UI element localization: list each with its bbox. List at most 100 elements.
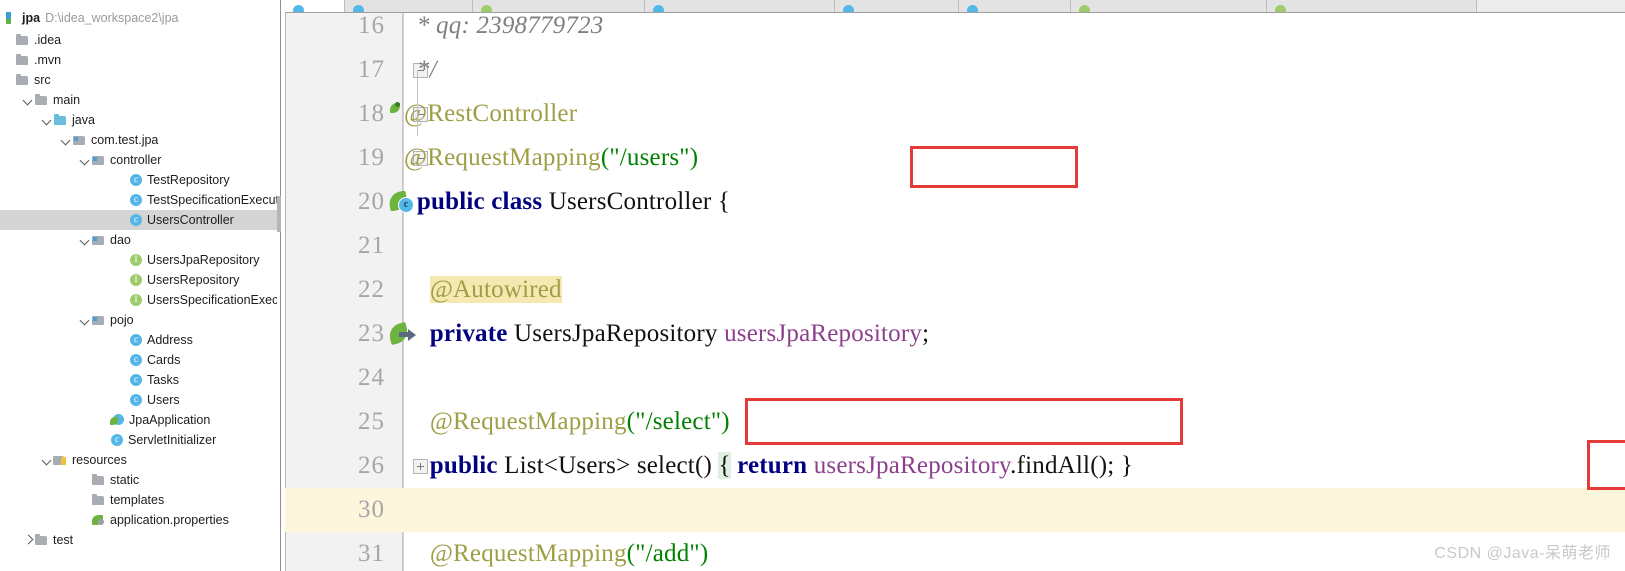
chevron-down-icon[interactable] [22,94,34,106]
line-number: 25 [358,408,385,435]
code-line-22[interactable]: 22 @Autowired [285,268,1625,312]
tree-item-controller[interactable]: controller [0,150,277,170]
tree-item-userscontroller[interactable]: UsersController [0,210,277,230]
code-token: List<Users> select() [504,452,719,479]
project-tool-window[interactable]: jpa D:\idea_workspace2\jpa .idea .mvn src m… [0,0,277,571]
tree-item-label: UsersRepository [147,273,240,287]
tree-item-resources[interactable]: resources [0,450,277,470]
tree-item-users[interactable]: Users [0,390,277,410]
tree-item-main[interactable]: main [0,90,277,110]
tree-item-com-test-jpa[interactable]: com.test.jpa [0,130,277,150]
code-line-31[interactable]: 31 @RequestMapping("/add") [285,532,1625,571]
tree-item-test[interactable]: test [0,530,277,550]
tree-item-tasks[interactable]: Tasks [0,370,277,390]
tree-item-application-properties[interactable]: application.properties [0,510,277,530]
tree-item-usersspecificationexecutor[interactable]: UsersSpecificationExecutor [0,290,277,310]
code-line-text[interactable]: */ [404,48,437,92]
chevron-down-icon[interactable] [41,454,53,466]
code-line-text[interactable]: public class UsersController { [404,180,730,224]
tree-item-usersjparepository[interactable]: UsersJpaRepository [0,250,277,270]
tree-item-java[interactable]: java [0,110,277,130]
code-token: ) [721,408,730,435]
tree-item-label: pojo [110,313,134,327]
tree-item-usersrepository[interactable]: UsersRepository [0,270,277,290]
java-class-icon [129,213,143,227]
project-root-row[interactable]: jpa D:\idea_workspace2\jpa [0,8,277,28]
code-line-21[interactable]: 21 [285,224,1625,268]
tree-item-servletinitializer[interactable]: ServletInitializer [0,430,277,450]
tree-item-pojo[interactable]: pojo [0,310,277,330]
code-token: ) [689,144,699,171]
code-line-26[interactable]: 26 public List<Users> select() { return … [285,444,1625,488]
tree-arrow-placeholder [3,74,15,86]
java-class-icon [129,193,143,207]
tree-item--mvn[interactable]: .mvn [0,50,277,70]
chevron-down-icon[interactable] [60,134,72,146]
line-number: 16 [358,12,385,39]
chevron-down-icon[interactable] [41,114,53,126]
code-line-30[interactable]: 30 [285,488,1625,532]
code-line-25[interactable]: 25 @RequestMapping("/select") [285,400,1625,444]
code-line-18[interactable]: 18 @RestController [285,92,1625,136]
tree-item-label: com.test.jpa [91,133,159,147]
code-line-text[interactable]: * qq: 2398779723 [404,4,603,48]
code-line-24[interactable]: 24 [285,356,1625,400]
code-token: * qq: 2398779723 [404,12,604,39]
tree-item-testrepository[interactable]: TestRepository [0,170,277,190]
code-token: public class [404,188,549,215]
code-line-16[interactable]: 16 * qq: 2398779723 [285,4,1625,48]
code-line-text[interactable]: @Autowired [404,268,562,312]
tree-item-label: UsersController [147,213,234,227]
properties-file-icon [91,513,106,527]
tree-item-templates[interactable]: templates [0,490,277,510]
code-line-text[interactable]: @RestController [404,92,577,136]
package-icon [91,233,106,247]
code-line-text[interactable]: private UsersJpaRepository usersJpaRepos… [404,312,929,356]
code-token: "/select" [635,408,722,435]
code-line-text[interactable]: public List<Users> select() { return use… [404,444,1133,488]
line-number: 24 [358,364,385,391]
folder-icon [15,33,30,47]
code-line-17[interactable]: 17 */ [285,48,1625,92]
tree-item-label: controller [110,153,162,167]
java-class-icon [129,393,143,407]
code-line-text[interactable]: @RequestMapping("/add") [404,532,708,571]
tree-item-jpaapplication[interactable]: JpaApplication [0,410,277,430]
line-number: 17 [358,56,385,83]
code-token: public [404,452,505,479]
chevron-down-icon[interactable] [79,314,91,326]
splitter-line [280,0,281,571]
sidebar-scrollbar-thumb[interactable] [277,196,281,232]
folder-icon [91,473,106,487]
code-token: private [404,320,515,347]
code-line-19[interactable]: 19 @RequestMapping("/users") [285,136,1625,180]
tree-item-dao[interactable]: dao [0,230,277,250]
code-token: @RestController [404,100,578,127]
tree-arrow-placeholder [3,34,15,46]
code-editor[interactable]: 16 * qq: 2398779723 17 */18 @RestControlle… [285,0,1625,571]
code-token: } [1114,452,1134,479]
code-line-20[interactable]: 20 c public class UsersController { [285,180,1625,224]
tree-item--idea[interactable]: .idea [0,30,277,50]
tree-item-label: templates [110,493,165,507]
tree-item-cards[interactable]: Cards [0,350,277,370]
code-token: ( [626,408,636,435]
tree-item-testspecificationexecutor[interactable]: TestSpecificationExecutor [0,190,277,210]
chevron-down-icon[interactable] [79,234,91,246]
project-tree[interactable]: .idea .mvn src main java com.test.jpa controll… [0,30,277,550]
code-line-23[interactable]: 23 private UsersJpaRepository usersJpaRe… [285,312,1625,356]
chevron-right-icon[interactable] [22,534,34,546]
java-class-icon [129,173,143,187]
tree-item-src[interactable]: src [0,70,277,90]
code-token: usersJpaRepository [724,320,923,347]
code-line-text[interactable]: @RequestMapping("/users") [404,136,698,180]
code-line-text[interactable]: @RequestMapping("/select") [404,400,730,444]
code-lines-layer[interactable]: 16 * qq: 2398779723 17 */ 18 @RestControlle… [285,12,1625,571]
tree-item-static[interactable]: static [0,470,277,490]
sidebar-editor-splitter[interactable] [277,0,285,571]
chevron-down-icon[interactable] [79,154,91,166]
code-token: "/add" [635,540,700,567]
tree-item-address[interactable]: Address [0,330,277,350]
